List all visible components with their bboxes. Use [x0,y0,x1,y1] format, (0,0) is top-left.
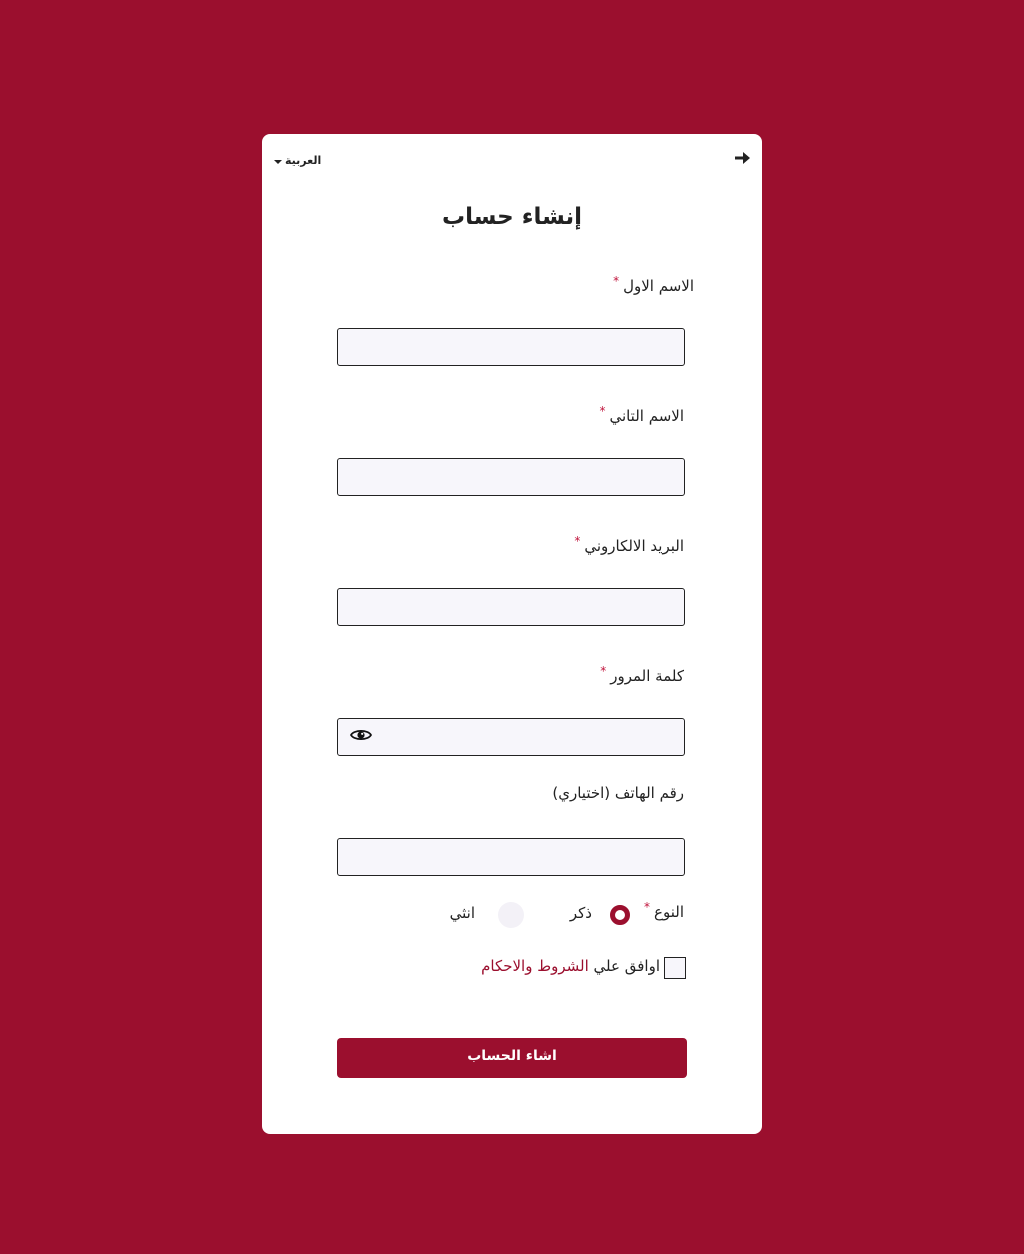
gender-male-radio[interactable] [610,905,630,925]
terms-text: اوافق علي الشروط والاحكام [481,957,660,975]
email-input[interactable] [337,588,685,626]
eye-icon[interactable] [350,727,372,743]
gender-female-label: انثي [449,904,475,922]
required-mark: * [599,404,606,418]
phone-label: رقم الهاتف (اختياري) [552,784,684,802]
required-mark: * [644,900,651,914]
language-label: العربية [285,154,322,167]
terms-link[interactable]: الشروط والاحكام [481,957,589,975]
last-name-label-text: الاسم التاني [609,407,684,425]
email-label-text: البريد الالكاروني [584,537,684,555]
required-mark: * [574,534,581,548]
page-title: إنشاء حساب [441,204,583,230]
arrow-right-icon[interactable] [732,148,752,168]
required-mark: * [613,274,620,288]
gender-female-radio[interactable] [498,902,524,928]
first-name-label: الاسم الاول* [613,274,694,295]
signup-card: العربية إنشاء حساب الاسم الاول* الاسم ال… [262,134,762,1134]
language-selector[interactable]: العربية [274,154,321,167]
last-name-label: الاسم التاني* [599,404,684,425]
gender-label: النوع* [644,900,684,921]
phone-input[interactable] [337,838,685,876]
password-label-text: كلمة المرور [610,667,684,685]
required-mark: * [600,664,607,678]
terms-prefix: اوافق علي [593,957,660,975]
email-label: البريد الالكاروني* [574,534,684,555]
terms-checkbox[interactable] [664,957,686,979]
password-label: كلمة المرور* [600,664,684,685]
gender-label-text: النوع [654,903,684,921]
create-account-button[interactable]: اشاء الحساب [337,1038,687,1078]
password-input[interactable] [337,718,685,756]
last-name-input[interactable] [337,458,685,496]
chevron-down-icon [274,159,282,164]
gender-male-label: ذكر [569,904,592,922]
first-name-input[interactable] [337,328,685,366]
first-name-label-text: الاسم الاول [623,277,694,295]
